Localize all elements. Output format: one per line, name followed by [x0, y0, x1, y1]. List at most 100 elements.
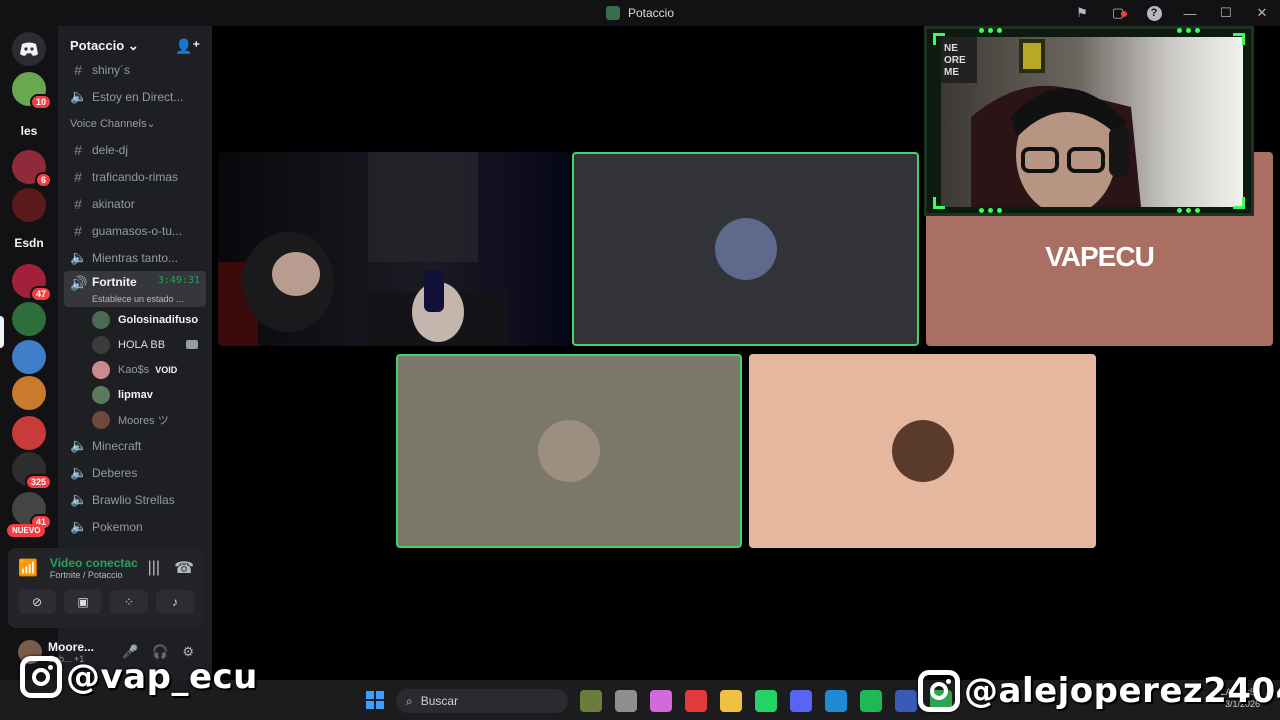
voice-user-name: lipmav: [118, 388, 153, 401]
server-icon[interactable]: 41: [12, 492, 52, 530]
disconnect-icon[interactable]: ☎: [174, 558, 194, 578]
voice-channel[interactable]: 🔈 Minecraft: [58, 432, 212, 459]
taskbar-app-icon[interactable]: [685, 690, 707, 712]
chevron-down-icon: ⌄: [146, 118, 156, 130]
server-icon[interactable]: [12, 302, 46, 336]
soundboard-button[interactable]: ♪: [156, 590, 194, 614]
server-icon[interactable]: 47: [12, 264, 52, 302]
text-channel[interactable]: # dele-dj: [58, 136, 212, 163]
close-button[interactable]: ✕: [1244, 0, 1280, 26]
speaker-icon: 🔈: [70, 518, 88, 534]
text-channel[interactable]: # guamasos-o-tu...: [58, 217, 212, 244]
avatar: [92, 360, 110, 379]
server-name: Esdn: [14, 236, 44, 250]
avatar: [92, 385, 110, 404]
channel-label: shiny´s: [92, 62, 131, 77]
avatar: [92, 410, 110, 429]
server-icon[interactable]: Esdn: [12, 226, 46, 260]
category-voice-channels[interactable]: Voice Channels ⌄: [58, 110, 212, 136]
taskbar-app-icon[interactable]: [790, 690, 812, 712]
window-title: Potaccio: [627, 6, 675, 20]
taskbar-app-icon[interactable]: [650, 690, 672, 712]
chevron-down-icon: ⌄: [127, 38, 139, 53]
add-member-icon[interactable]: 👤⁺: [175, 38, 200, 55]
frame-dots: [1177, 208, 1200, 213]
voice-channel[interactable]: 🔈 Pokemon: [58, 513, 212, 540]
title-bar: Potaccio ⚑ ▢ ? — ☐ ✕: [0, 0, 1280, 26]
server-icon[interactable]: [12, 376, 46, 410]
frame-corner: [933, 197, 945, 209]
channel-label: Deberes: [92, 465, 138, 480]
right-handle: @alejoperez2404: [964, 671, 1280, 711]
voice-connection-panel: 📶 Video conectac Fortnite / Potaccio |||…: [8, 548, 204, 628]
tile-lipmav[interactable]: [396, 354, 742, 548]
instagram-icon: [918, 670, 960, 712]
connection-status: Video conectac: [49, 556, 138, 570]
channel-label: Brawlio Strellas: [92, 492, 175, 507]
voice-channel[interactable]: 🔈 Estoy en Direct...: [58, 83, 212, 110]
overlay-left: @vap_ecu: [20, 656, 258, 698]
activities-button[interactable]: ⁘: [110, 590, 148, 614]
hash-icon: #: [74, 222, 82, 239]
taskbar-app-icon[interactable]: [825, 690, 847, 712]
maximize-button[interactable]: ☐: [1208, 0, 1244, 26]
instagram-icon: [20, 656, 62, 698]
guild-name: Potaccio: [70, 38, 125, 53]
voice-user[interactable]: Kao$s VOID: [58, 357, 212, 382]
tile-stream[interactable]: [218, 152, 570, 346]
taskbar-app-icon[interactable]: [720, 690, 742, 712]
taskbar-app-icon[interactable]: [895, 690, 917, 712]
voice-channel[interactable]: 🔈 Deberes: [58, 459, 212, 486]
server-icon[interactable]: 325: [12, 452, 52, 490]
text-channel[interactable]: # traficando-rimas: [58, 163, 212, 190]
server-icon[interactable]: 6: [12, 150, 52, 188]
hash-icon: #: [74, 141, 82, 158]
category-label: Voice Channels: [70, 118, 147, 130]
voice-channel[interactable]: 🔈 Brawlio Strellas: [58, 486, 212, 513]
text-channel[interactable]: # akinator: [58, 190, 212, 217]
taskbar-search[interactable]: ⌕ Buscar: [396, 689, 568, 713]
inbox-icon[interactable]: ▢: [1100, 0, 1136, 26]
noise-suppression-icon[interactable]: |||: [148, 559, 160, 577]
voice-channel-active[interactable]: 🔊 Fortnite 3:49:31 Establece un estado ...: [64, 271, 206, 307]
windows-start-icon[interactable]: [366, 691, 384, 709]
overlay-right: @alejoperez2404: [918, 670, 1280, 712]
voice-user[interactable]: lipmav: [58, 382, 212, 407]
server-icon[interactable]: 10: [12, 72, 52, 110]
voice-user[interactable]: Moores ツ: [58, 407, 212, 432]
voice-user[interactable]: HOLA BB: [58, 332, 212, 357]
channel-status[interactable]: Establece un estado ...: [70, 294, 206, 304]
taskbar-app-icon[interactable]: [755, 690, 777, 712]
minimize-button[interactable]: —: [1172, 0, 1208, 26]
server-icon[interactable]: [12, 340, 46, 374]
discord-home-icon[interactable]: [12, 32, 46, 66]
voice-user-name: HOLA BB: [118, 338, 166, 351]
signal-icon: 📶: [18, 560, 38, 577]
connection-location[interactable]: Fortnite / Potaccio: [50, 570, 138, 580]
camera-off-button[interactable]: ⊘: [18, 590, 56, 614]
tile-moores[interactable]: [749, 354, 1096, 548]
taskbar-app-icon[interactable]: [860, 690, 882, 712]
help-icon[interactable]: ?: [1136, 0, 1172, 26]
avatar: [92, 335, 110, 354]
voice-channel[interactable]: 🔈 Mientras tanto...: [58, 244, 212, 271]
server-icon[interactable]: les: [12, 114, 46, 148]
channel-label: Minecraft: [92, 438, 142, 453]
frame-corner: [1233, 33, 1245, 45]
mention-badge: 325: [24, 474, 52, 490]
screen-share-button[interactable]: ▣: [64, 590, 102, 614]
frame-dots: [1177, 28, 1200, 33]
speaker-icon: 🔈: [70, 464, 88, 480]
app-icon: [605, 6, 620, 20]
server-icon[interactable]: [12, 416, 46, 450]
server-icon[interactable]: [12, 188, 46, 222]
flag-icon[interactable]: ⚑: [1064, 0, 1100, 26]
server-name: les: [20, 124, 38, 138]
avatar: [92, 310, 110, 329]
taskbar-app-icon[interactable]: [615, 690, 637, 712]
voice-user[interactable]: Golosinadifuso: [58, 307, 212, 332]
tile-golosinadifuso[interactable]: [572, 152, 919, 346]
taskbar-app-icon[interactable]: [580, 690, 602, 712]
left-handle: @vap_ecu: [66, 657, 258, 697]
text-channel[interactable]: # shiny´s: [58, 56, 212, 83]
